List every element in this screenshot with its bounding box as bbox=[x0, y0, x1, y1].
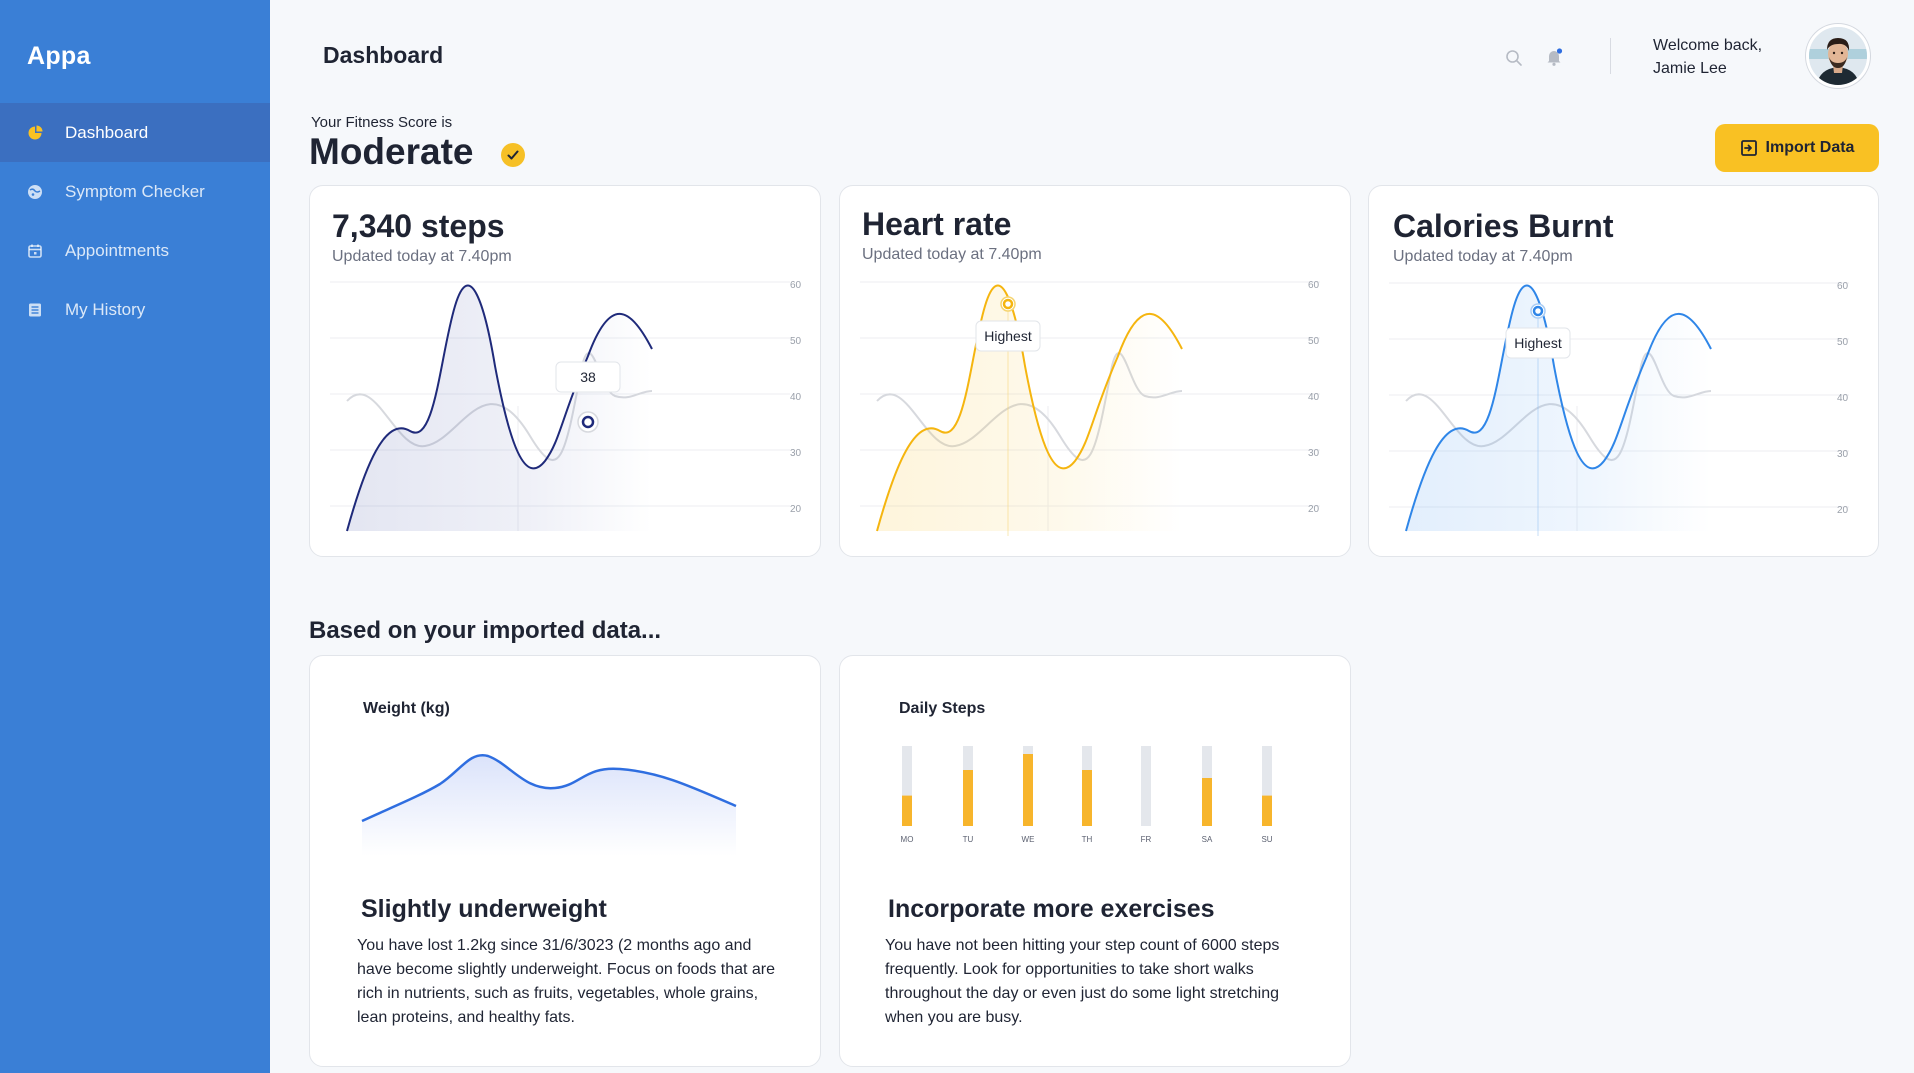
tooltip: Highest bbox=[1505, 327, 1571, 359]
weight-card: Weight (kg) Slightly underweight You hav… bbox=[309, 655, 821, 1067]
sidebar-item-dashboard[interactable]: Dashboard bbox=[0, 103, 270, 162]
sidebar: Appa Dashboard Symptom Checker Appointme… bbox=[0, 0, 270, 1073]
sidebar-item-label: Dashboard bbox=[65, 122, 149, 142]
axis-tick: 50 bbox=[1308, 336, 1320, 347]
tooltip-text: 38 bbox=[580, 369, 596, 385]
axis-tick: 50 bbox=[1837, 337, 1849, 348]
day-label: TU bbox=[963, 835, 974, 844]
axis-tick: 60 bbox=[790, 280, 802, 291]
bar-track bbox=[1141, 746, 1151, 826]
user-name: Jamie Lee bbox=[1653, 60, 1727, 77]
day-label: SU bbox=[1261, 835, 1272, 844]
step-bar-we[interactable] bbox=[1023, 754, 1033, 826]
heart-rate-chart: 60 50 40 30 20 Highest bbox=[860, 280, 1320, 536]
axis-tick: 30 bbox=[1308, 448, 1320, 459]
day-label: FR bbox=[1141, 835, 1152, 844]
pie-chart-icon bbox=[26, 124, 44, 142]
axis-tick: 40 bbox=[1308, 392, 1320, 403]
day-label: TH bbox=[1082, 835, 1093, 844]
sidebar-item-appointments[interactable]: Appointments bbox=[0, 221, 270, 280]
sidebar-item-my-history[interactable]: My History bbox=[0, 280, 270, 339]
sidebar-item-label: My History bbox=[65, 299, 146, 319]
day-label: WE bbox=[1022, 835, 1035, 844]
calendar-icon bbox=[26, 242, 44, 260]
header-divider bbox=[1610, 38, 1611, 74]
weight-insight-text: You have lost 1.2kg since 31/6/3023 (2 m… bbox=[357, 937, 776, 1026]
step-bar-su[interactable] bbox=[1262, 795, 1272, 826]
steps-insight-text: You have not been hitting your step coun… bbox=[885, 937, 1280, 1026]
step-bar-mo[interactable] bbox=[902, 795, 912, 826]
welcome-message: Welcome back, Jamie Lee bbox=[1653, 34, 1762, 80]
day-label: SA bbox=[1202, 835, 1213, 844]
steps-chart: 60 50 40 30 20 38 bbox=[330, 280, 802, 532]
tooltip: 38 bbox=[555, 361, 621, 393]
heart-rate-card: Heart rate Updated today at 7.40pm 60 50… bbox=[839, 185, 1351, 557]
page-title: Dashboard bbox=[323, 42, 444, 68]
axis-tick: 20 bbox=[1837, 505, 1849, 516]
section-title: Based on your imported data... bbox=[309, 617, 662, 644]
axis-tick: 30 bbox=[1837, 449, 1849, 460]
step-bar-sa[interactable] bbox=[1202, 778, 1212, 826]
welcome-line: Welcome back, bbox=[1653, 37, 1763, 54]
tooltip: Highest bbox=[975, 320, 1041, 352]
bell-icon[interactable] bbox=[1543, 46, 1565, 68]
search-icon[interactable] bbox=[1503, 47, 1525, 69]
step-bar-th[interactable] bbox=[1082, 770, 1092, 826]
check-badge-icon bbox=[501, 143, 525, 167]
weight-insight-title: Slightly underweight bbox=[361, 895, 607, 923]
globe-icon bbox=[26, 183, 44, 201]
sidebar-item-label: Appointments bbox=[65, 240, 169, 260]
axis-tick: 40 bbox=[1837, 393, 1849, 404]
daily-steps-card: Daily Steps MO TU WE TH FR SA SU Incorporate m… bbox=[839, 655, 1351, 1067]
app-logo: Appa bbox=[27, 42, 91, 70]
tooltip-text: Highest bbox=[984, 328, 1032, 344]
calories-card: Calories Burnt Updated today at 7.40pm 6… bbox=[1368, 185, 1879, 557]
fitness-score-value: Moderate bbox=[309, 131, 474, 172]
steps-card: 7,340 steps Updated today at 7.40pm 60 5… bbox=[309, 185, 821, 557]
day-label: MO bbox=[901, 835, 914, 844]
import-data-label: Import Data bbox=[1765, 139, 1855, 156]
axis-tick: 20 bbox=[790, 504, 802, 515]
fitness-score-label: Your Fitness Score is bbox=[311, 114, 453, 131]
import-icon bbox=[1740, 140, 1757, 156]
steps-insight-title: Incorporate more exercises bbox=[888, 895, 1215, 923]
axis-tick: 60 bbox=[1308, 280, 1320, 291]
axis-tick: 20 bbox=[1308, 504, 1320, 515]
sidebar-item-label: Symptom Checker bbox=[65, 181, 205, 201]
calories-chart: 60 50 40 30 20 Highest bbox=[1389, 281, 1849, 536]
tooltip-text: Highest bbox=[1514, 335, 1562, 351]
step-bar-tu[interactable] bbox=[963, 770, 973, 826]
import-data-button[interactable]: Import Data bbox=[1715, 124, 1879, 172]
avatar[interactable] bbox=[1806, 24, 1870, 88]
axis-tick: 30 bbox=[790, 448, 802, 459]
axis-tick: 50 bbox=[790, 336, 802, 347]
sidebar-item-symptom-checker[interactable]: Symptom Checker bbox=[0, 162, 270, 221]
axis-tick: 40 bbox=[790, 392, 802, 403]
axis-tick: 60 bbox=[1837, 281, 1849, 292]
document-list-icon bbox=[26, 301, 44, 319]
